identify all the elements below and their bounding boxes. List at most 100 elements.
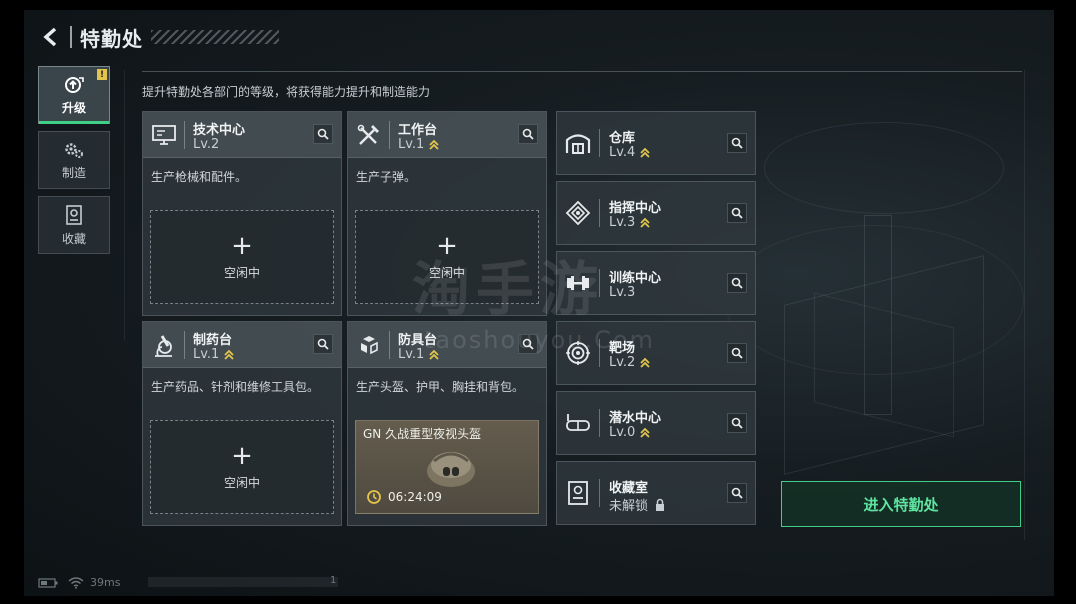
tools-icon [354, 121, 384, 151]
room-card-shooting-range[interactable]: 靶场 Lv.2 [556, 321, 756, 385]
target-icon [563, 338, 593, 368]
room-card-collection-room[interactable]: 收藏室 未解锁 [556, 461, 756, 525]
production-slot[interactable]: + 空闲中 [150, 210, 334, 304]
icon-separator [389, 121, 390, 149]
blueprint-line [1024, 70, 1025, 540]
facility-card-tech-center[interactable]: 技术中心 Lv.2 生产枪械和配件。 + 空闲中 [142, 111, 342, 316]
inspect-button[interactable] [313, 334, 333, 354]
crafting-slot[interactable]: GN 久战重型夜视头盔 06:24:09 [355, 420, 539, 514]
inspect-button[interactable] [727, 343, 747, 363]
side-nav-label: 升级 [61, 100, 86, 115]
level-text: Lv.4 [609, 145, 636, 160]
locked-text: 未解锁 [609, 499, 649, 514]
facility-level: Lv.1 [398, 347, 440, 362]
room-level: Lv.2 [609, 355, 651, 370]
search-icon [731, 487, 743, 499]
room-level: Lv.0 [609, 425, 651, 440]
room-name: 训练中心 [609, 271, 662, 286]
slot-status: 空闲中 [428, 265, 465, 280]
room-name: 靶场 [609, 341, 636, 356]
timer-icon [367, 490, 381, 504]
inspect-button[interactable] [727, 203, 747, 223]
production-slot[interactable]: + 空闲中 [150, 420, 334, 514]
inspect-button[interactable] [518, 124, 538, 144]
search-icon [522, 338, 534, 350]
room-name: 潜水中心 [609, 411, 662, 426]
search-icon [731, 207, 743, 219]
room-level: Lv.4 [609, 145, 651, 160]
add-icon: + [231, 440, 253, 471]
facility-level: Lv.1 [193, 347, 235, 362]
enter-special-ops-button[interactable]: 进入特勤处 [781, 481, 1021, 527]
card-header: 技术中心 Lv.2 [143, 112, 341, 158]
alert-badge: ! [97, 69, 107, 80]
upgrade-available-icon [428, 349, 440, 361]
icon-separator [599, 479, 600, 507]
icon-separator [599, 269, 600, 297]
blueprint-line [124, 70, 125, 340]
facility-card-workbench[interactable]: 工作台 Lv.1 生产子弹。 + 空闲中 [347, 111, 547, 316]
inspect-button[interactable] [518, 334, 538, 354]
icon-separator [599, 129, 600, 157]
level-text: Lv.2 [193, 137, 220, 152]
upgrade-available-icon [639, 427, 651, 439]
back-button[interactable] [38, 24, 64, 50]
production-slot[interactable]: + 空闲中 [355, 210, 539, 304]
blueprint-ring [764, 122, 1004, 214]
facility-card-pharmacy[interactable]: 制药台 Lv.1 生产药品、针剂和维修工具包。 + 空闲中 [142, 321, 342, 526]
side-nav-label: 收藏 [61, 231, 86, 246]
facility-card-armor-bench[interactable]: 防具台 Lv.1 生产头盔、护甲、胸挂和背包。 GN 久战重型夜视头盔 06:2… [347, 321, 547, 526]
dumbbell-icon [563, 268, 593, 298]
page-description: 提升特勤处各部门的等级，将获得能力提升和制造能力 [142, 85, 431, 99]
level-text: Lv.3 [609, 215, 636, 230]
add-icon: + [231, 230, 253, 261]
room-level: Lv.3 [609, 215, 651, 230]
facility-description: 生产药品、针剂和维修工具包。 [151, 380, 320, 394]
icon-separator [389, 331, 390, 359]
side-nav-collection[interactable]: 收藏 [38, 196, 110, 254]
level-text: Lv.3 [609, 285, 636, 300]
microscope-icon [149, 331, 179, 361]
screen: 特勤处 ! 升级 制造 收藏 提升特勤处各部门的等级，将获得能力提升和制造能力 [24, 10, 1054, 596]
card-header: 制药台 Lv.1 [143, 322, 341, 368]
room-card-diving-center[interactable]: 潜水中心 Lv.0 [556, 391, 756, 455]
icon-separator [599, 339, 600, 367]
icon-separator [599, 199, 600, 227]
diving-mask-icon [563, 408, 593, 438]
inspect-button[interactable] [727, 483, 747, 503]
icon-separator [184, 121, 185, 149]
search-icon [731, 347, 743, 359]
warehouse-icon [563, 128, 593, 158]
inspect-button[interactable] [727, 273, 747, 293]
inspect-button[interactable] [727, 413, 747, 433]
room-name: 仓库 [609, 131, 636, 146]
add-icon: + [436, 230, 458, 261]
upgrade-available-icon [223, 349, 235, 361]
level-text: Lv.1 [398, 137, 425, 152]
title-hatch-decoration [151, 30, 279, 44]
back-arrow-icon [43, 27, 57, 47]
search-icon [522, 128, 534, 140]
facility-name: 工作台 [398, 123, 438, 138]
armor-icon [354, 331, 384, 361]
upgrade-icon [65, 76, 84, 93]
page-number: 1 [330, 575, 337, 586]
status-bar: 39ms [38, 576, 120, 589]
slot-status: 空闲中 [223, 475, 260, 490]
facility-name: 制药台 [193, 333, 233, 348]
side-nav-craft[interactable]: 制造 [38, 131, 110, 189]
inspect-button[interactable] [727, 133, 747, 153]
header-divider [70, 26, 72, 48]
command-icon [563, 198, 593, 228]
facility-name: 技术中心 [193, 123, 246, 138]
room-card-training-center[interactable]: 训练中心 Lv.3 [556, 251, 756, 315]
crafting-timer: 06:24:09 [366, 489, 442, 505]
facility-level: Lv.1 [398, 137, 440, 152]
facility-name: 防具台 [398, 333, 438, 348]
icon-separator [184, 331, 185, 359]
side-nav-upgrade[interactable]: ! 升级 [38, 66, 110, 124]
gears-icon [65, 142, 83, 158]
inspect-button[interactable] [313, 124, 333, 144]
room-card-command-center[interactable]: 指挥中心 Lv.3 [556, 181, 756, 245]
room-card-warehouse[interactable]: 仓库 Lv.4 [556, 111, 756, 175]
